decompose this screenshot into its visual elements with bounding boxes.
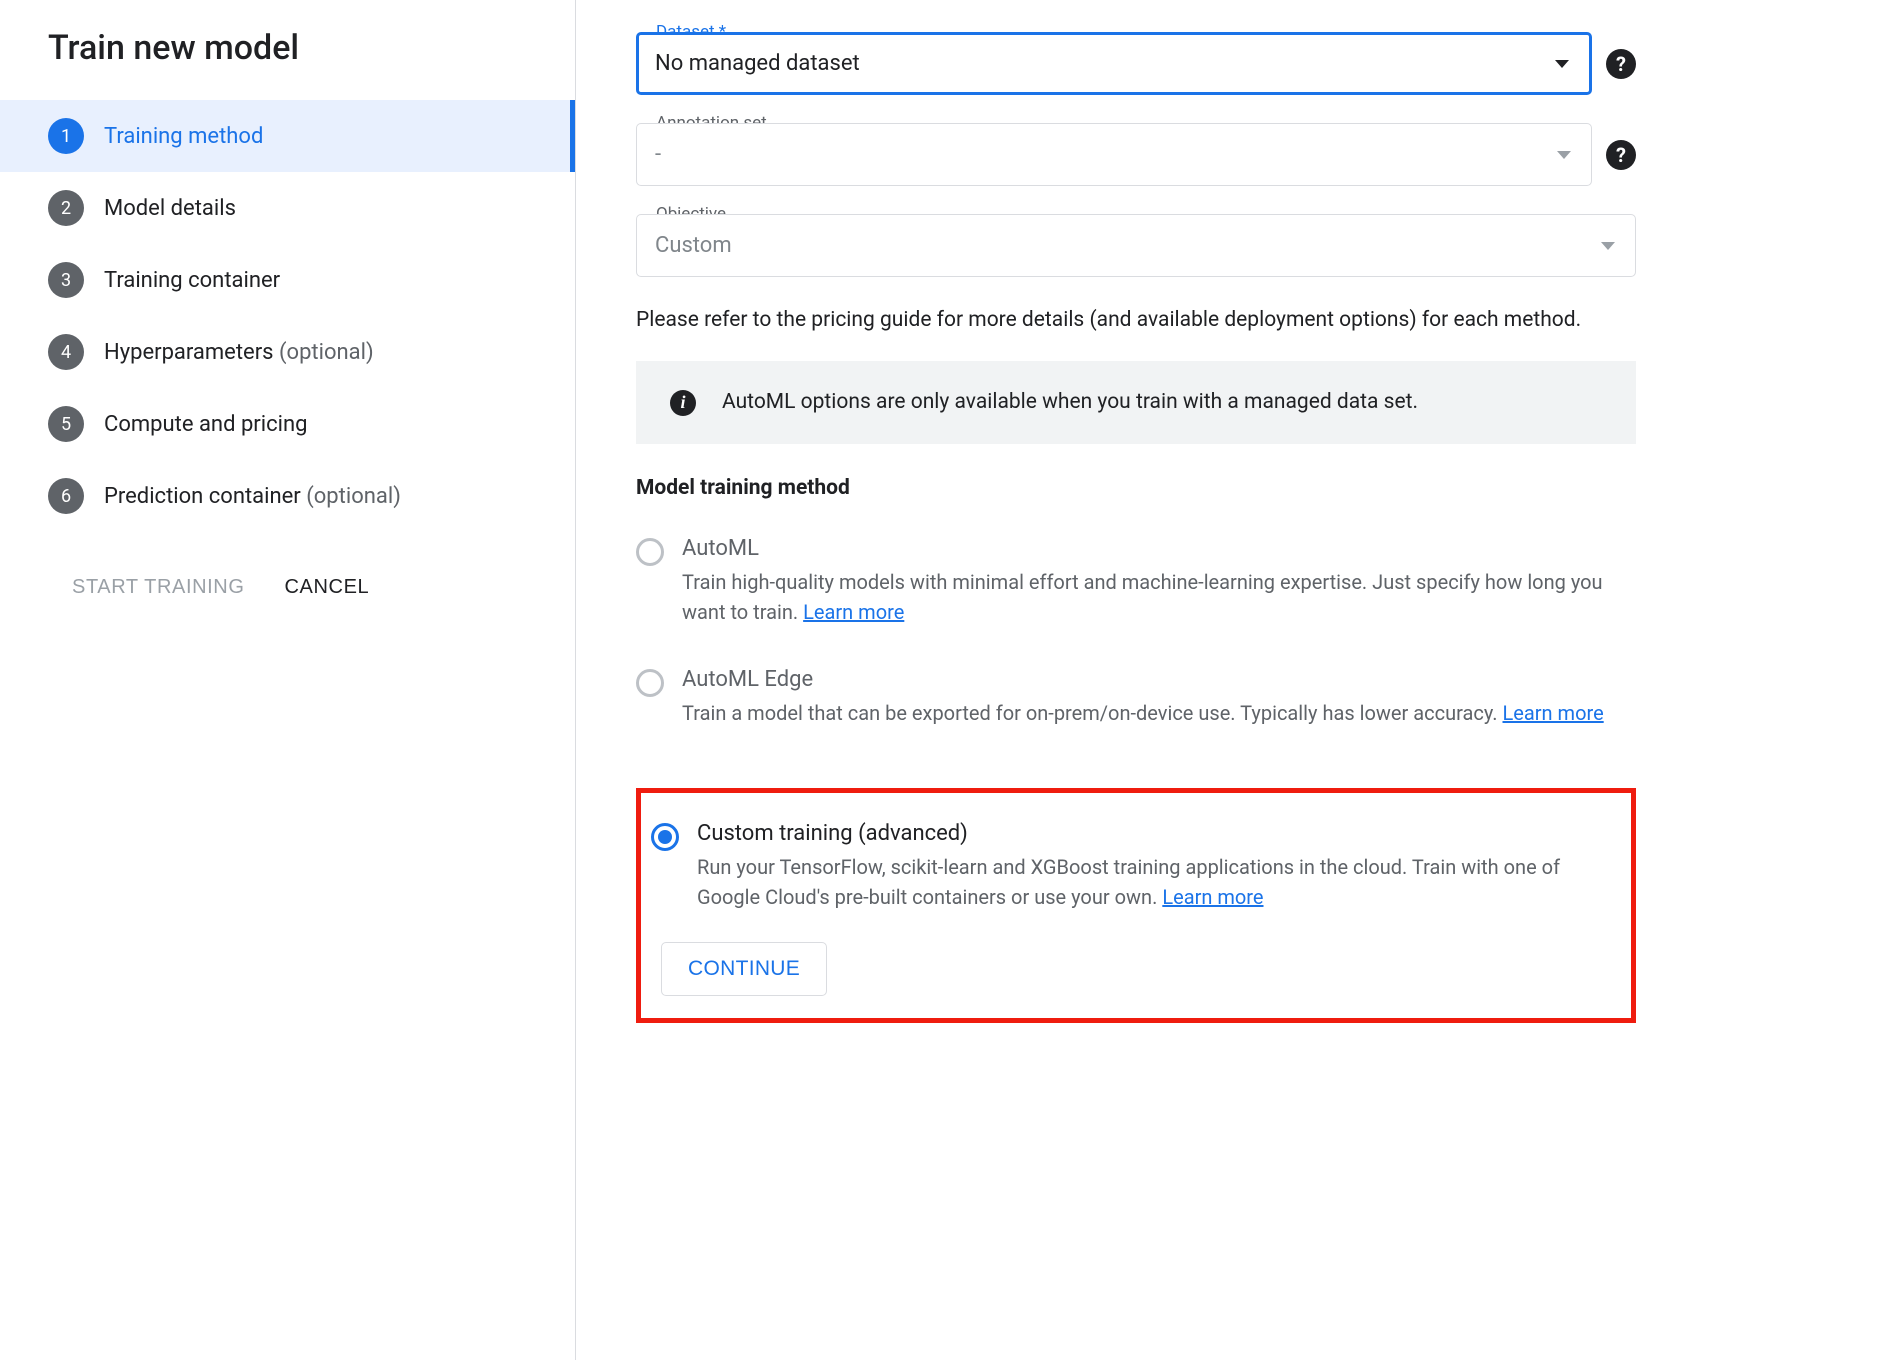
radio-button — [636, 669, 664, 697]
step-hyperparameters[interactable]: 4 Hyperparameters (optional) — [0, 316, 575, 388]
step-label: Compute and pricing — [104, 412, 307, 437]
step-compute-pricing[interactable]: 5 Compute and pricing — [0, 388, 575, 460]
radio-description: Train high-quality models with minimal e… — [682, 567, 1636, 627]
radio-title: Custom training (advanced) — [697, 821, 1611, 846]
sidebar: Train new model 1 Training method 2 Mode… — [0, 0, 576, 1360]
page-title: Train new model — [0, 18, 575, 100]
step-training-method[interactable]: 1 Training method — [0, 100, 575, 172]
objective-value: Custom — [655, 233, 732, 258]
info-icon: i — [670, 390, 696, 416]
step-number: 4 — [48, 334, 84, 370]
step-label: Training method — [104, 124, 263, 149]
learn-more-link[interactable]: Learn more — [803, 600, 904, 624]
step-number: 3 — [48, 262, 84, 298]
step-optional: (optional) — [301, 484, 401, 509]
cancel-button[interactable]: CANCEL — [285, 576, 370, 599]
radio-title: AutoML Edge — [682, 667, 1636, 692]
dataset-value: No managed dataset — [655, 51, 860, 76]
annotation-value: - — [655, 142, 661, 167]
radio-button[interactable] — [651, 823, 679, 851]
step-number: 6 — [48, 478, 84, 514]
radio-custom-training[interactable]: Custom training (advanced) Run your Tens… — [651, 821, 1611, 912]
info-text: AutoML options are only available when y… — [722, 387, 1418, 419]
chevron-down-icon — [1557, 151, 1571, 159]
radio-description: Train a model that can be exported for o… — [682, 698, 1636, 728]
radio-button — [636, 538, 664, 566]
objective-field: Objective Custom — [636, 214, 1636, 277]
start-training-button[interactable]: START TRAINING — [72, 576, 245, 599]
radio-automl-edge: AutoML Edge Train a model that can be ex… — [636, 667, 1636, 728]
radio-automl: AutoML Train high-quality models with mi… — [636, 536, 1636, 627]
annotation-field: Annotation set - — [636, 123, 1592, 186]
radio-description: Run your TensorFlow, scikit-learn and XG… — [697, 852, 1611, 912]
help-icon[interactable]: ? — [1606, 140, 1636, 170]
radio-title: AutoML — [682, 536, 1636, 561]
highlight-annotation: Custom training (advanced) Run your Tens… — [636, 788, 1636, 1023]
training-method-radio-group: AutoML Train high-quality models with mi… — [636, 536, 1636, 1023]
dataset-select[interactable]: No managed dataset — [636, 32, 1592, 95]
objective-select[interactable]: Custom — [636, 214, 1636, 277]
main-content: Dataset * No managed dataset ? Annotatio… — [576, 0, 1696, 1360]
step-model-details[interactable]: 2 Model details — [0, 172, 575, 244]
step-number: 2 — [48, 190, 84, 226]
info-banner: i AutoML options are only available when… — [636, 361, 1636, 445]
step-label: Prediction container — [104, 484, 301, 509]
learn-more-link[interactable]: Learn more — [1162, 885, 1263, 909]
step-optional: (optional) — [274, 340, 374, 365]
step-training-container[interactable]: 3 Training container — [0, 244, 575, 316]
training-method-heading: Model training method — [636, 476, 1636, 500]
annotation-select[interactable]: - — [636, 123, 1592, 186]
step-list: 1 Training method 2 Model details 3 Trai… — [0, 100, 575, 532]
learn-more-link[interactable]: Learn more — [1503, 701, 1604, 725]
help-icon[interactable]: ? — [1606, 49, 1636, 79]
chevron-down-icon — [1601, 242, 1615, 250]
step-prediction-container[interactable]: 6 Prediction container (optional) — [0, 460, 575, 532]
step-label: Hyperparameters — [104, 340, 274, 365]
step-number: 1 — [48, 118, 84, 154]
step-number: 5 — [48, 406, 84, 442]
sidebar-actions: START TRAINING CANCEL — [0, 532, 575, 599]
pricing-note: Please refer to the pricing guide for mo… — [636, 305, 1636, 337]
step-label: Training container — [104, 268, 280, 293]
step-label: Model details — [104, 196, 236, 221]
continue-button[interactable]: CONTINUE — [661, 942, 827, 996]
dataset-field: Dataset * No managed dataset — [636, 32, 1592, 95]
chevron-down-icon — [1555, 60, 1569, 68]
